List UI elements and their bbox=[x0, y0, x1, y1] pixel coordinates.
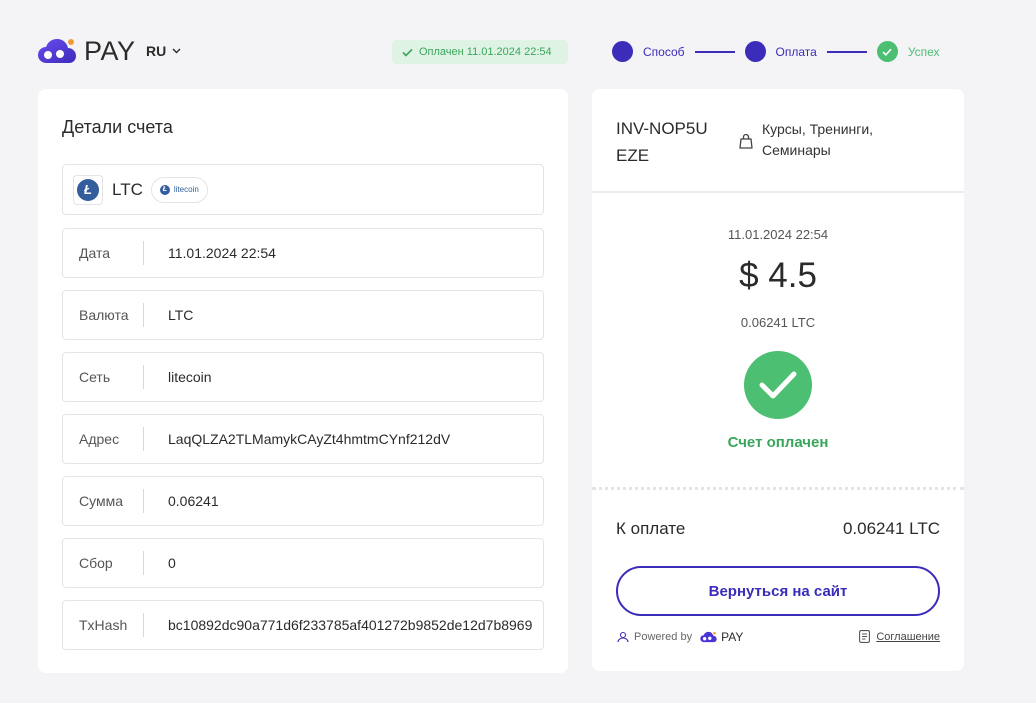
detail-key: TxHash bbox=[63, 613, 144, 637]
due-label: К оплате bbox=[616, 519, 686, 538]
detail-key: Сбор bbox=[63, 551, 144, 575]
step-1-label: Способ bbox=[643, 44, 685, 59]
divider bbox=[592, 487, 964, 490]
powered-by-brand: PAY bbox=[721, 630, 744, 644]
detail-value: 0.06241 bbox=[168, 493, 219, 509]
detail-row-date: Дата 11.01.2024 22:54 bbox=[62, 228, 544, 278]
detail-row-currency: Валюта LTC bbox=[62, 290, 544, 340]
detail-row-txhash: TxHash bc10892dc90a771d6f233785af401272b… bbox=[62, 600, 544, 650]
detail-row-address: Адрес LaqQLZA2TLMamykCAyZt4hmtmCYnf212dV bbox=[62, 414, 544, 464]
coin-row: Ł LTC Ł litecoin bbox=[62, 164, 544, 215]
due-value: 0.06241 LTC bbox=[842, 519, 940, 538]
payment-summary-card: INV-NOP5UEZE Курсы, Тренинги, Семинары 1… bbox=[592, 89, 964, 671]
step-1-dot bbox=[612, 41, 633, 62]
check-icon bbox=[882, 48, 892, 56]
language-label: RU bbox=[146, 43, 167, 59]
detail-value: LTC bbox=[168, 307, 194, 323]
coin-symbol: LTC bbox=[112, 179, 143, 199]
bag-icon bbox=[739, 133, 753, 149]
invoice-id: INV-NOP5UEZE bbox=[616, 119, 708, 165]
logo: PAY bbox=[38, 36, 136, 66]
chevron-down-icon bbox=[172, 48, 181, 54]
detail-value: litecoin bbox=[168, 369, 212, 385]
powered-by: Powered by PAY bbox=[616, 630, 743, 644]
detail-value: bc10892dc90a771d6f233785af401272b9852de1… bbox=[168, 617, 533, 633]
detail-row-network: Сеть litecoin bbox=[62, 352, 544, 402]
detail-value: 11.01.2024 22:54 bbox=[168, 245, 276, 261]
step-2-dot bbox=[744, 41, 766, 62]
detail-value: LaqQLZA2TLMamykCAyZt4hmtmCYnf212dV bbox=[168, 431, 451, 447]
check-icon bbox=[402, 48, 413, 57]
step-connector bbox=[826, 50, 867, 53]
detail-key: Дата bbox=[63, 241, 144, 265]
cloud-logo-icon bbox=[38, 39, 76, 63]
details-title: Детали счета bbox=[62, 117, 173, 137]
success-check-icon bbox=[744, 351, 812, 419]
progress-steps: Способ Оплата Успех bbox=[612, 41, 940, 62]
detail-key: Сумма bbox=[63, 489, 144, 513]
powered-by-label: Powered by bbox=[634, 631, 693, 643]
network-badge-label: litecoin bbox=[173, 185, 199, 194]
network-badge: Ł litecoin bbox=[150, 176, 208, 203]
payment-date: 11.01.2024 22:54 bbox=[727, 227, 829, 242]
step-connector bbox=[694, 50, 735, 53]
divider bbox=[592, 191, 964, 193]
document-icon bbox=[859, 630, 871, 643]
amount-usd: $ 4.5 bbox=[739, 256, 817, 295]
invoice-details-card: Детали счета Ł LTC Ł litecoin Дата 11.01… bbox=[38, 89, 568, 673]
language-selector[interactable]: RU bbox=[146, 43, 181, 59]
payment-status-text: Счет оплачен bbox=[727, 434, 829, 451]
agreement-link[interactable]: Соглашение bbox=[859, 630, 940, 643]
cloud-logo-icon bbox=[700, 631, 717, 643]
detail-row-fee: Сбор 0 bbox=[62, 538, 544, 588]
agreement-label: Соглашение bbox=[876, 630, 940, 643]
status-badge-text: Оплачен 11.01.2024 22:54 bbox=[419, 46, 552, 58]
step-3-dot bbox=[876, 41, 898, 62]
category-text: Курсы, Тренинги, Семинары bbox=[762, 121, 874, 158]
status-badge: Оплачен 11.01.2024 22:54 bbox=[392, 40, 568, 64]
shield-icon bbox=[617, 631, 629, 643]
brand-name: PAY bbox=[84, 35, 136, 66]
step-3-label: Успех bbox=[907, 44, 940, 59]
back-to-site-button[interactable]: Вернуться на сайт bbox=[616, 566, 940, 616]
amount-crypto: 0.06241 LTC bbox=[740, 315, 816, 330]
detail-key: Адрес bbox=[63, 427, 144, 451]
litecoin-mini-icon: Ł bbox=[159, 184, 170, 195]
step-2-label: Оплата bbox=[775, 44, 817, 59]
detail-value: 0 bbox=[168, 555, 176, 571]
invoice-category: Курсы, Тренинги, Семинары bbox=[738, 119, 882, 161]
detail-key: Валюта bbox=[63, 303, 144, 327]
detail-row-amount: Сумма 0.06241 bbox=[62, 476, 544, 526]
detail-key: Сеть bbox=[63, 365, 144, 389]
litecoin-icon: Ł bbox=[73, 174, 103, 205]
